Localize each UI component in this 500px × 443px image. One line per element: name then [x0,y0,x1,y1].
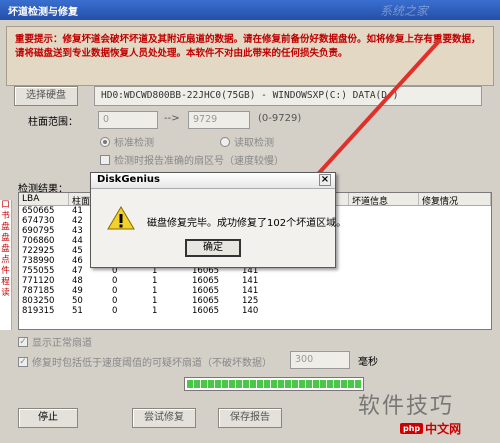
side-label: 点 [1,255,10,265]
side-label: 程 [1,277,10,287]
checkbox-icon: ✓ [18,356,28,367]
side-label: 口 [1,200,10,210]
warning-box: 重要提示：修复坏道会破坏坏道及其附近扇道的数据。请在修复前备份好数据盘份。如将修… [6,26,494,86]
range-from-input[interactable]: 0 [98,111,158,129]
checkbox-icon [100,154,110,165]
radio-dot-icon [220,136,230,147]
table-cell: 16065 [192,276,220,286]
warning-icon [107,206,135,230]
device-row: 选择硬盘 HD0:WDCWD800BB-22JHC0(75GB) - WINDO… [14,86,494,108]
site-logo: php 中文网 [400,420,461,437]
table-cell: 787185 [22,286,55,296]
table-cell: 16065 [192,286,220,296]
mode-standard-radio[interactable]: 标准检测 [100,134,154,149]
table-cell: 755055 [22,266,55,276]
mode-fast-label: 读取检测 [234,138,274,149]
range-to-input[interactable]: 9729 [188,111,250,129]
table-cell: 16065 [192,306,220,316]
col-bad-info[interactable]: 坏道信息 [349,193,419,207]
table-cell: 48 [72,276,83,286]
side-label: 书 [1,211,10,221]
select-disk-button[interactable]: 选择硬盘 [14,86,78,106]
table-cell: 650665 [22,206,55,216]
table-cell: 819315 [22,306,55,316]
side-label: 盘 [1,222,10,232]
table-cell: 49 [72,286,83,296]
dialog-title: DiskGenius × [91,173,335,189]
auto-skip-checkbox[interactable]: ✓ 修复时包括低于速度阈值的可疑坏扇道（不破坏数据） [18,354,272,369]
progress-bar [184,377,364,391]
side-label: 读 [1,288,10,298]
checkbox-icon: ✓ [18,336,28,347]
progress-fill [187,380,361,388]
mode-standard-label: 标准检测 [114,138,154,149]
logo-text: 中文网 [425,422,462,436]
col-repair-status[interactable]: 修复情况 [419,193,491,207]
col-lba[interactable]: LBA [19,193,69,205]
range-max-label: (0-9729) [258,113,302,124]
report-accurate-checkbox[interactable]: 检测时报告准确的扇区号（速度较慢） [100,152,284,167]
table-cell: 674730 [22,216,55,226]
dialog-title-text: DiskGenius [97,174,160,185]
table-cell: 125 [242,296,259,306]
auto-skip-label: 修复时包括低于速度阈值的可疑坏扇道（不破坏数据） [32,358,272,369]
table-cell: 1 [152,296,158,306]
table-cell: 0 [112,286,118,296]
close-icon[interactable]: × [319,174,331,186]
brand-watermark: 软件技巧 [358,394,455,419]
table-cell: 706860 [22,236,55,246]
table-cell: 771120 [22,276,55,286]
device-path: HD0:WDCWD800BB-22JHC0(75GB) - WINDOWSXP(… [94,86,482,106]
table-cell: 50 [72,296,83,306]
show-normal-label: 显示正常扇道 [32,338,92,349]
report-accurate-label: 检测时报告准确的扇区号（速度较慢） [114,156,284,167]
stop-button[interactable]: 停止 [18,408,78,428]
table-row[interactable]: 787185 49 0 1 16065 141 [19,286,491,296]
watermark: 系统之家 [380,4,429,18]
threshold-input[interactable]: 300 [290,351,350,369]
save-report-button[interactable]: 保存报告 [218,408,282,428]
table-cell: 690795 [22,226,55,236]
side-label: 件 [1,266,10,276]
try-repair-button[interactable]: 尝试修复 [132,408,196,428]
table-cell: 1 [152,306,158,316]
mode-fast-radio[interactable]: 读取检测 [220,134,274,149]
table-cell: 722925 [22,246,55,256]
table-row[interactable]: 771120 48 0 1 16065 141 [19,276,491,286]
table-cell: 738990 [22,256,55,266]
dialog: DiskGenius × 磁盘修复完毕。成功修复了102个坏道区域。 确定 [90,172,346,268]
table-cell: 0 [112,306,118,316]
table-cell: 1 [152,286,158,296]
table-cell: 1 [152,276,158,286]
side-label: 盘 [1,244,10,254]
table-cell: 803250 [22,296,55,306]
dialog-message: 磁盘修复完毕。成功修复了102个坏道区域。 [147,218,347,229]
table-cell: 0 [112,296,118,306]
cylinder-range-label: 柱面范围： [28,117,78,128]
table-cell: 16065 [192,296,220,306]
show-normal-checkbox[interactable]: ✓ 显示正常扇道 [18,334,92,349]
table-cell: 0 [112,276,118,286]
range-arrow: --> [164,113,180,124]
table-cell: 141 [242,286,259,296]
table-row[interactable]: 819315 51 0 1 16065 140 [19,306,491,316]
table-cell: 141 [242,276,259,286]
php-badge: php [400,423,424,434]
ms-label: 毫秒 [358,357,378,368]
table-row[interactable]: 803250 50 0 1 16065 125 [19,296,491,306]
side-label: 盘 [1,233,10,243]
ok-button[interactable]: 确定 [185,239,241,257]
table-cell: 51 [72,306,83,316]
side-strip: 口 书 盘 盘 盘 点 件 程 读 [0,200,12,330]
radio-dot-icon [100,136,110,147]
table-cell: 140 [242,306,259,316]
